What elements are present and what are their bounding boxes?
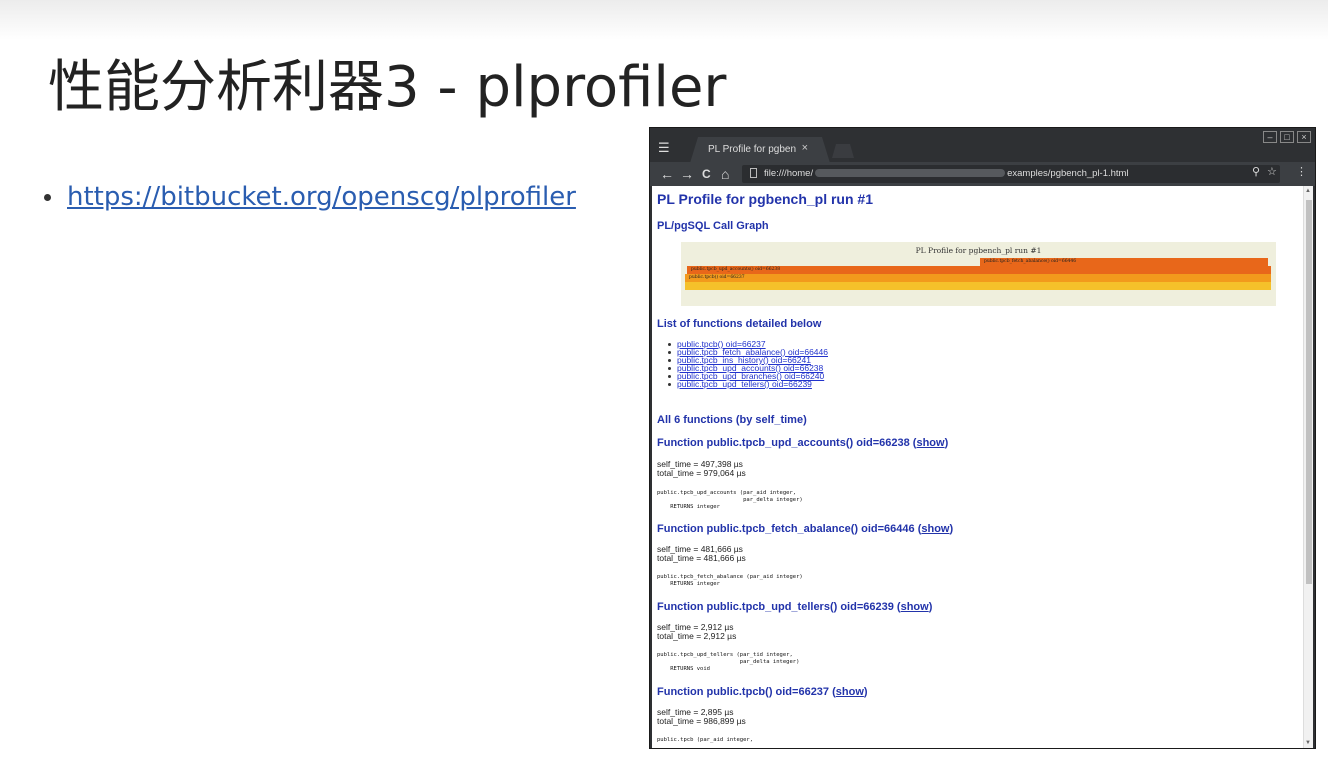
show-link[interactable]: show xyxy=(921,523,949,535)
function-stats: self_time = 481,666 µs total_time = 481,… xyxy=(657,544,746,563)
plprofiler-link[interactable]: https://bitbucket.org/openscg/plprofiler xyxy=(67,182,576,212)
graph-bar-upd-accounts: public.tpcb_upd_accounts() oid=66238 xyxy=(687,266,1271,274)
function-stats: self_time = 497,398 µs total_time = 979,… xyxy=(657,459,746,478)
call-graph-heading: PL/pgSQL Call Graph xyxy=(657,220,769,232)
show-link[interactable]: show xyxy=(901,601,929,613)
call-graph: PL Profile for pgbench_pl run #1 public.… xyxy=(681,242,1276,306)
function-heading: Function public.tpcb_fetch_abalance() oi… xyxy=(657,523,954,535)
address-bar[interactable]: file:///home/examples/pgbench_pl-1.html xyxy=(742,165,1280,183)
page-heading: PL Profile for pgbench_pl run #1 xyxy=(657,191,873,207)
home-icon[interactable]: ⌂ xyxy=(721,166,729,182)
function-signature: public.tpcb_upd_accounts (par_aid intege… xyxy=(657,490,803,510)
function-heading: Function public.tpcb_upd_tellers() oid=6… xyxy=(657,601,933,613)
page-icon xyxy=(750,168,757,178)
reload-icon[interactable]: C xyxy=(702,166,711,182)
bookmark-star-icon[interactable]: ☆ xyxy=(1267,165,1277,178)
new-tab-button[interactable] xyxy=(832,144,854,158)
graph-bar-fetch-abalance: public.tpcb_fetch_abalance() oid=66446 xyxy=(980,258,1268,266)
scroll-down-icon[interactable]: ▼ xyxy=(1305,740,1311,746)
forward-icon[interactable]: → xyxy=(680,166,694,182)
close-window-button[interactable]: × xyxy=(1297,131,1311,143)
browser-tab[interactable]: PL Profile for pgben × xyxy=(690,137,830,163)
functions-list: public.tpcb() oid=66237 public.tpcb_fetc… xyxy=(668,340,828,388)
graph-title: PL Profile for pgbench_pl run #1 xyxy=(915,246,1042,255)
maximize-button[interactable]: □ xyxy=(1280,131,1294,143)
function-signature: public.tpcb (par_aid integer, xyxy=(657,737,754,743)
function-heading: Function public.tpcb_upd_accounts() oid=… xyxy=(657,437,949,449)
function-signature: public.tpcb_fetch_abalance (par_aid inte… xyxy=(657,574,803,587)
zoom-icon[interactable]: ⚲ xyxy=(1252,165,1260,178)
slide-title: 性能分析利器3 - plprofiler xyxy=(48,55,727,120)
tab-close-icon[interactable]: × xyxy=(802,142,808,154)
incognito-icon: ☰ xyxy=(658,140,670,155)
browser-menu-icon[interactable]: ⋮ xyxy=(1296,165,1307,178)
function-heading: Function public.tpcb() oid=66237 (show) xyxy=(657,686,868,698)
browser-titlebar: ☰ PL Profile for pgben × – □ × xyxy=(650,128,1315,163)
page-viewport[interactable]: PL Profile for pgbench_pl run #1 PL/pgSQ… xyxy=(652,186,1313,748)
tab-title: PL Profile for pgben xyxy=(708,144,797,155)
bullet-dot xyxy=(44,193,51,201)
url-text: file:///home/examples/pgbench_pl-1.html xyxy=(764,168,1129,179)
vertical-scrollbar[interactable]: ▲ ▼ xyxy=(1303,186,1313,748)
graph-bar-tpcb: public.tpcb() oid=66237 xyxy=(685,274,1271,282)
function-stats: self_time = 2,895 µs total_time = 986,89… xyxy=(657,707,746,726)
function-stats: self_time = 2,912 µs total_time = 2,912 … xyxy=(657,622,737,641)
browser-toolbar: ← → C ⌂ file:///home/examples/pgbench_pl… xyxy=(650,162,1315,186)
graph-bar-root xyxy=(685,282,1271,290)
scrollbar-thumb[interactable] xyxy=(1306,200,1312,584)
all-functions-heading: All 6 functions (by self_time) xyxy=(657,414,807,426)
show-link[interactable]: show xyxy=(916,437,944,449)
show-link[interactable]: show xyxy=(836,686,864,698)
minimize-button[interactable]: – xyxy=(1263,131,1277,143)
function-signature: public.tpcb_upd_tellers (par_tid integer… xyxy=(657,652,800,672)
slide-bullet: https://bitbucket.org/openscg/plprofiler xyxy=(44,182,576,212)
scroll-up-icon[interactable]: ▲ xyxy=(1305,188,1311,194)
back-icon[interactable]: ← xyxy=(660,166,674,182)
window-controls: – □ × xyxy=(1263,131,1311,143)
browser-window: ☰ PL Profile for pgben × – □ × ← → C ⌂ f… xyxy=(649,127,1316,749)
function-link[interactable]: public.tpcb_upd_tellers() oid=66239 xyxy=(668,380,828,388)
list-heading: List of functions detailed below xyxy=(657,318,822,330)
slide-top-shade xyxy=(0,0,1328,40)
